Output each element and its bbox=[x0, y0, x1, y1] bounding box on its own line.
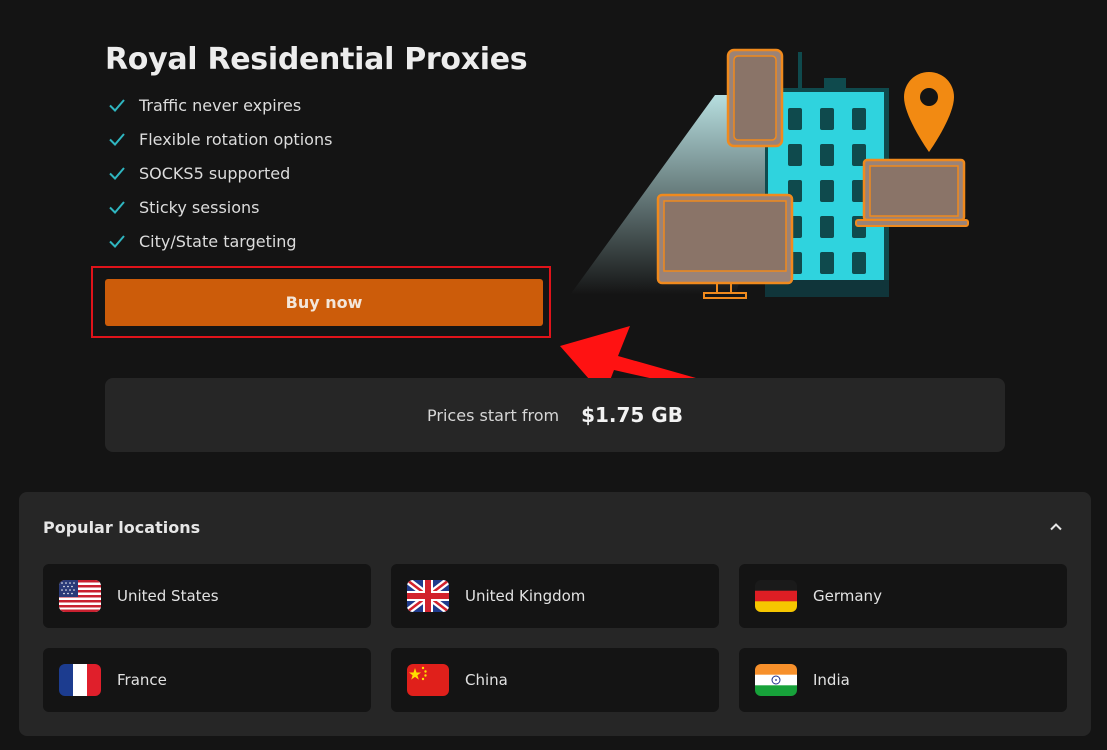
location-name: United States bbox=[117, 587, 219, 605]
laptop-icon bbox=[855, 158, 969, 227]
china-flag-icon bbox=[407, 664, 449, 696]
building-antenna-shape bbox=[798, 52, 802, 92]
feature-label: City/State targeting bbox=[139, 231, 297, 251]
location-name: United Kingdom bbox=[465, 587, 586, 605]
chevron-up-icon[interactable] bbox=[1047, 518, 1065, 536]
buy-now-button[interactable]: Buy now bbox=[105, 279, 543, 326]
location-name: China bbox=[465, 671, 508, 689]
location-card-france[interactable]: France bbox=[43, 648, 371, 712]
feature-item: Traffic never expires bbox=[107, 88, 332, 122]
feature-item: SOCKS5 supported bbox=[107, 156, 332, 190]
location-grid: United States United Kingdom Germany Fra… bbox=[43, 564, 1067, 712]
location-card-germany[interactable]: Germany bbox=[739, 564, 1067, 628]
price-banner: Prices start from $1.75 GB bbox=[105, 378, 1005, 452]
feature-label: Sticky sessions bbox=[139, 197, 260, 217]
price-value: $1.75 GB bbox=[581, 403, 683, 427]
uk-flag-icon bbox=[407, 580, 449, 612]
location-card-united-kingdom[interactable]: United Kingdom bbox=[391, 564, 719, 628]
feature-label: Traffic never expires bbox=[139, 95, 302, 115]
popular-locations-panel: Popular locations United States United K… bbox=[19, 492, 1091, 736]
germany-flag-icon bbox=[755, 580, 797, 612]
proxy-illustration bbox=[570, 48, 969, 299]
us-flag-icon bbox=[59, 580, 101, 612]
feature-item: Flexible rotation options bbox=[107, 122, 332, 156]
check-icon bbox=[109, 201, 125, 214]
feature-item: City/State targeting bbox=[107, 224, 332, 258]
india-flag-icon bbox=[755, 664, 797, 696]
feature-item: Sticky sessions bbox=[107, 190, 332, 224]
france-flag-icon bbox=[59, 664, 101, 696]
price-label: Prices start from bbox=[427, 405, 560, 425]
phone-icon bbox=[726, 48, 784, 148]
location-pin-icon bbox=[904, 72, 954, 152]
location-card-china[interactable]: China bbox=[391, 648, 719, 712]
feature-list: Traffic never expires Flexible rotation … bbox=[107, 88, 332, 258]
monitor-icon bbox=[656, 193, 794, 299]
location-card-india[interactable]: India bbox=[739, 648, 1067, 712]
check-icon bbox=[109, 235, 125, 248]
location-card-united-states[interactable]: United States bbox=[43, 564, 371, 628]
section-title: Popular locations bbox=[43, 518, 201, 537]
location-name: Germany bbox=[813, 587, 882, 605]
check-icon bbox=[109, 167, 125, 180]
check-icon bbox=[109, 133, 125, 146]
feature-label: Flexible rotation options bbox=[139, 129, 333, 149]
location-name: India bbox=[813, 671, 850, 689]
feature-label: SOCKS5 supported bbox=[139, 163, 291, 183]
page-title: Royal Residential Proxies bbox=[105, 42, 528, 78]
building-tower-shape bbox=[824, 78, 846, 92]
check-icon bbox=[109, 99, 125, 112]
location-name: France bbox=[117, 671, 167, 689]
